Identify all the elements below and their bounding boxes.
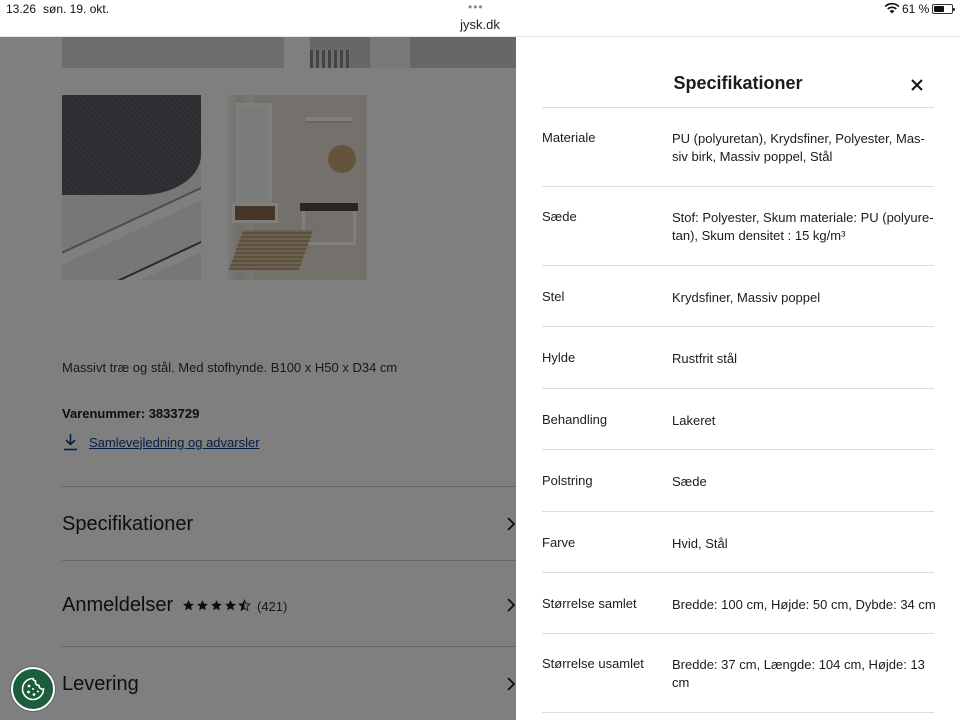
specifications-panel: Specifikationer Materiale PU (polyuretan… [516,37,960,720]
panel-title: Specifikationer [673,73,803,93]
spec-label: Behandling [542,412,608,427]
spec-label: Størrelse samlet [542,596,637,611]
spec-label: Sæde [542,209,577,224]
spec-label: Polstring [542,473,593,488]
battery-icon [932,4,955,14]
spec-row-farve: Farve Hvid, Stål [542,511,934,572]
address-url[interactable]: jysk.dk [0,17,960,32]
wifi-icon [884,2,900,14]
spec-value: Krydsfiner, Massiv poppel [672,290,821,305]
spec-label: Farve [542,535,576,550]
spec-value: Sæde [672,474,707,489]
divider [542,712,934,713]
close-icon[interactable] [909,77,925,93]
spec-value: Stof: Polyester, Skum materiale: PU (pol… [672,210,934,243]
spec-label: Størrelse usamlet [542,656,644,671]
spec-row-behandling: Behandling Lakeret [542,388,934,449]
spec-label: Stel [542,289,565,304]
battery-level-fill [934,6,944,12]
spec-value: Hvid, Stål [672,536,728,551]
modal-backdrop[interactable] [0,37,516,720]
spec-row-hylde: Hylde Rustfrit stål [542,326,934,388]
spec-row-polstring: Polstring Sæde [542,449,934,511]
cookie-icon [21,677,45,701]
status-date: søn. 19. okt. [43,2,110,16]
spec-row-stoerrelse-usamlet: Størrelse usamlet Bredde: 37 cm, Længde:… [542,633,934,712]
spec-value: Lakeret [672,413,716,428]
spec-value: Bredde: 100 cm, Højde: 50 cm, Dybde: 34 … [672,597,936,612]
spec-row-stel: Stel Krydsfiner, Massiv poppel [542,265,934,326]
spec-value: Bredde: 37 cm, Længde: 104 cm, Højde: 13… [672,657,925,690]
status-time: 13.26 [6,2,37,16]
spec-label: Hylde [542,350,576,365]
spec-row-stoerrelse-samlet: Størrelse samlet Bredde: 100 cm, Højde: … [542,572,936,633]
cookie-settings-button[interactable] [11,667,55,711]
spec-label: Materiale [542,130,596,145]
spec-value: Rustfrit stål [672,351,738,366]
battery-percent: 61 % [902,2,930,16]
spec-value: PU (polyuretan), Krydsfiner, Polyester, … [672,131,925,164]
multitasking-dots[interactable]: ••• [468,0,484,14]
status-bar: 13.26 søn. 19. okt. ••• jysk.dk 61 % [0,0,960,37]
spec-row-materiale: Materiale PU (polyuretan), Krydsfiner, P… [542,107,934,186]
spec-row-saede: Sæde Stof: Polyester, Skum materiale: PU… [542,186,934,265]
